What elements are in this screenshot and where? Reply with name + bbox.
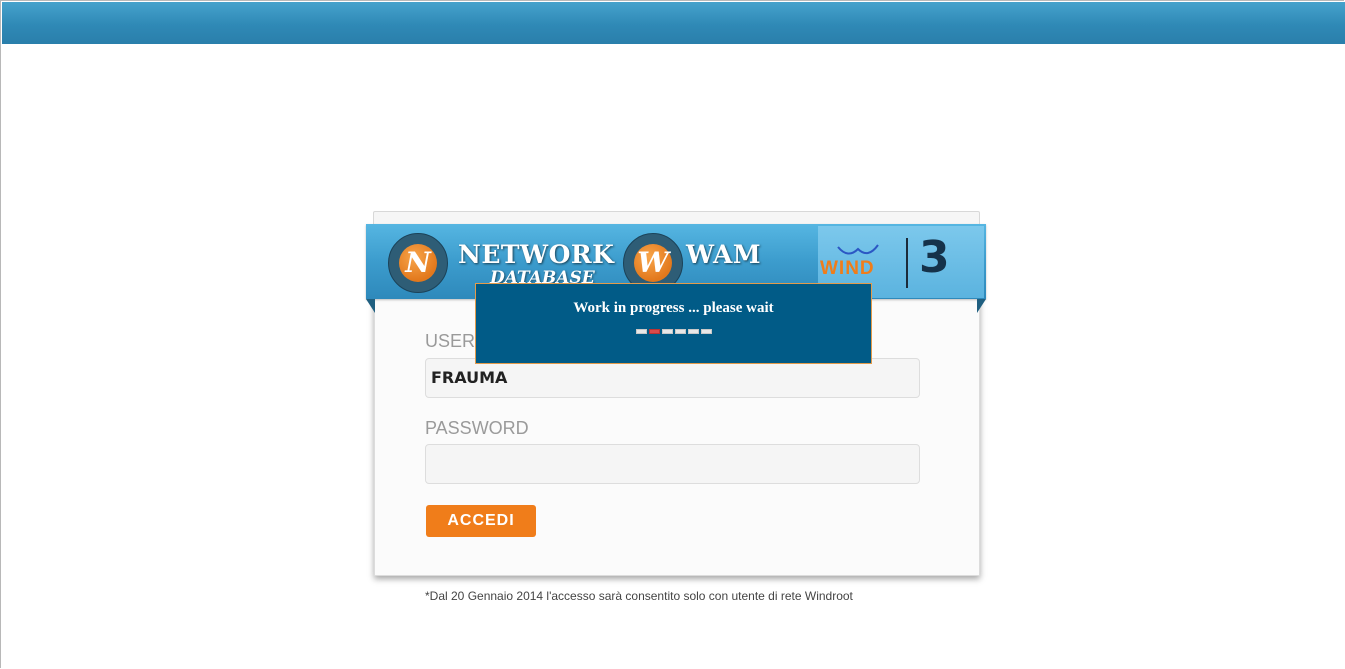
wait-dialog: Work in progress ... please wait (475, 283, 872, 364)
wind-swoosh-icon (837, 244, 879, 255)
progress-segment (701, 329, 712, 334)
progress-segment (688, 329, 699, 334)
progress-segment (649, 329, 660, 334)
wind-logo: WIND (820, 258, 875, 279)
three-logo: 3 (919, 232, 950, 283)
access-notice: *Dal 20 Gennaio 2014 l'accesso sarà cons… (425, 589, 853, 603)
top-bar (2, 2, 1345, 44)
progress-segment (662, 329, 673, 334)
wam-logo-letter: W (634, 244, 672, 282)
progress-indicator (636, 321, 714, 334)
logo-divider (906, 238, 908, 288)
ribbon-fold-right (977, 299, 986, 313)
progress-segment (675, 329, 686, 334)
password-label: PASSWORD (425, 418, 529, 438)
password-input[interactable] (425, 444, 920, 484)
wait-message: Work in progress ... please wait (573, 300, 774, 316)
username-input[interactable]: FRAUMA (425, 358, 920, 398)
accedi-button[interactable]: ACCEDI (426, 505, 536, 537)
brand-wam: WAM (686, 240, 762, 269)
ribbon-fold-left (366, 299, 375, 313)
network-logo-letter: N (399, 244, 437, 282)
network-logo-icon: N (388, 233, 448, 293)
progress-segment (636, 329, 647, 334)
username-label: USER (425, 331, 476, 351)
brand-network: NETWORK (458, 240, 615, 269)
